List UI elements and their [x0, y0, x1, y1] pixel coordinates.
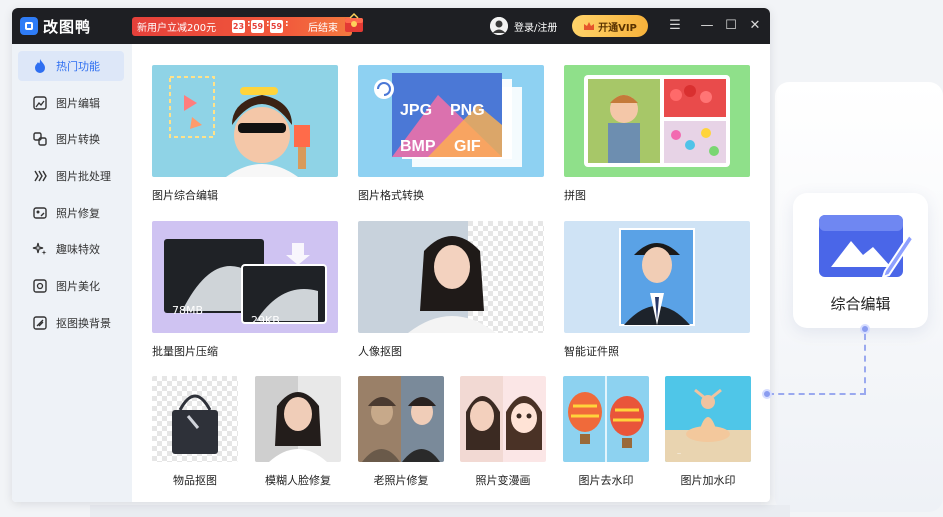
app-window: 改图鸭 新用户立减200元 23 : 59 : 59 : 后结束 登录/注册 开…: [12, 8, 770, 502]
feature-label: 图片加水印: [680, 474, 736, 487]
photo-to-comic-thumbnail: [460, 376, 546, 462]
sidebar-item-beautify[interactable]: 图片美化: [18, 271, 124, 301]
sparkle-icon: [32, 242, 47, 255]
original-size-label: 78MB: [172, 304, 204, 317]
sidebar-item-cutout-background[interactable]: 抠图换背景: [18, 308, 124, 338]
user-avatar-icon[interactable]: [490, 17, 508, 35]
maximize-icon[interactable]: ☐: [722, 17, 740, 35]
old-photo-restore-thumbnail: [358, 376, 444, 462]
feature-card-id-photo[interactable]: 智能证件照: [564, 221, 750, 363]
photo-repair-icon: [33, 207, 47, 219]
feature-label: 物品抠图: [173, 474, 217, 487]
feature-card-photo-to-comic[interactable]: 照片变漫画: [460, 376, 546, 492]
login-register-link[interactable]: 登录/注册: [514, 19, 557, 34]
sidebar-item-label: 趣味特效: [56, 243, 100, 256]
sidebar-item-label: 抠图换背景: [56, 317, 111, 330]
svg-text:~: ~: [677, 451, 681, 458]
sidebar-item-batch[interactable]: 图片批处理: [18, 161, 124, 191]
object-cutout-thumbnail: [152, 376, 238, 462]
portrait-cutout-thumbnail: [358, 221, 544, 333]
feature-card-portrait-cutout[interactable]: 人像抠图: [358, 221, 544, 363]
format-tag: GIF: [454, 138, 481, 155]
sidebar-item-label: 图片批处理: [56, 170, 111, 183]
countdown-separator: :: [285, 19, 289, 29]
feature-card-image-edit[interactable]: 图片综合编辑: [152, 65, 338, 207]
feature-card-object-cutout[interactable]: 物品抠图: [152, 376, 238, 492]
feature-label: 拼图: [564, 189, 586, 202]
promo-text: 新用户立减200元: [137, 23, 217, 34]
image-edit-large-icon: [819, 215, 913, 279]
feature-card-remove-watermark[interactable]: 图片去水印: [563, 376, 649, 492]
sidebar-item-photo-repair[interactable]: 照片修复: [18, 198, 124, 228]
sidebar-item-label: 热门功能: [56, 60, 100, 73]
background-strip: [90, 505, 790, 517]
sidebar-item-hot-features[interactable]: 热门功能: [18, 51, 124, 81]
sidebar-item-label: 图片转换: [56, 133, 100, 146]
red-envelope-gift-icon[interactable]: [342, 12, 366, 34]
feature-label: 照片变漫画: [475, 474, 531, 487]
sidebar-item-image-edit[interactable]: 图片编辑: [18, 88, 124, 118]
connector-line: [768, 393, 866, 395]
menu-icon[interactable]: ☰: [666, 17, 684, 35]
feature-card-old-photo-restore[interactable]: 老照片修复: [358, 376, 444, 492]
close-icon[interactable]: ✕: [746, 17, 764, 35]
connector-dot: [860, 324, 870, 334]
vip-label: 开通VIP: [598, 22, 637, 34]
sidebar: 热门功能 图片编辑 图片转换 图片批处理 照片修复 趣味特效 图片美化 抠图换背…: [12, 44, 132, 502]
sidebar-item-label: 图片编辑: [56, 97, 100, 110]
sidebar-item-label: 照片修复: [56, 207, 100, 220]
screenshot-stage: 改图鸭 新用户立减200元 23 : 59 : 59 : 后结束 登录/注册 开…: [0, 0, 943, 517]
fire-icon: [35, 59, 45, 73]
image-edit-icon: [33, 96, 47, 110]
beautify-icon: [33, 279, 47, 293]
promo-banner[interactable]: 新用户立减200元 23 : 59 : 59 : 后结束: [132, 17, 352, 36]
format-tag: JPG: [400, 102, 432, 119]
feature-card-format-convert[interactable]: JPG PNG BMP GIF 图片格式转换: [358, 65, 544, 207]
collage-thumbnail: [564, 65, 750, 177]
convert-icon: [33, 132, 47, 146]
format-tag: BMP: [400, 138, 436, 155]
promo-end-text: 后结束: [308, 23, 338, 34]
sidebar-item-label: 图片美化: [56, 280, 100, 293]
feature-label: 人像抠图: [358, 345, 402, 358]
cutout-icon: [33, 316, 47, 330]
feature-label: 图片综合编辑: [152, 189, 218, 202]
feature-card-face-restore[interactable]: 模糊人脸修复: [255, 376, 341, 492]
format-tag: PNG: [450, 102, 485, 119]
compressed-size-label: 29KB: [251, 314, 280, 327]
feature-label: 图片去水印: [578, 474, 634, 487]
app-title: 改图鸭: [43, 18, 92, 36]
remove-watermark-thumbnail: [563, 376, 649, 462]
feature-label: 智能证件照: [564, 345, 619, 358]
countdown-seconds: 59: [270, 20, 283, 33]
connector-line: [864, 334, 866, 394]
minimize-icon[interactable]: —: [698, 17, 716, 35]
sidebar-item-fun-effects[interactable]: 趣味特效: [18, 234, 124, 264]
connector-dot: [762, 389, 772, 399]
format-convert-thumbnail: JPG PNG BMP GIF: [358, 65, 544, 177]
app-logo-icon: [20, 17, 38, 35]
id-photo-thumbnail: [564, 221, 750, 333]
feature-label: 老照片修复: [373, 474, 429, 487]
feature-label: 批量图片压缩: [152, 345, 218, 358]
open-vip-button[interactable]: 开通VIP: [572, 15, 648, 37]
feature-card-collage[interactable]: 拼图: [564, 65, 750, 207]
batch-icon: [34, 170, 47, 182]
image-edit-thumbnail: [152, 65, 338, 177]
callout-bubble: 综合编辑: [793, 193, 928, 328]
add-watermark-thumbnail: ~: [665, 376, 751, 462]
sidebar-item-image-convert[interactable]: 图片转换: [18, 124, 124, 154]
feature-label: 模糊人脸修复: [265, 474, 331, 487]
feature-card-batch-compress[interactable]: 78MB 29KB 批量图片压缩: [152, 221, 338, 363]
crown-icon: [584, 22, 595, 30]
title-bar: 改图鸭 新用户立减200元 23 : 59 : 59 : 后结束 登录/注册 开…: [12, 8, 770, 44]
feature-label: 图片格式转换: [358, 189, 424, 202]
feature-card-add-watermark[interactable]: ~ 图片加水印: [665, 376, 751, 492]
face-restore-thumbnail: [255, 376, 341, 462]
countdown-hours: 23: [232, 20, 245, 33]
countdown-minutes: 59: [251, 20, 264, 33]
callout-label: 综合编辑: [830, 295, 891, 313]
